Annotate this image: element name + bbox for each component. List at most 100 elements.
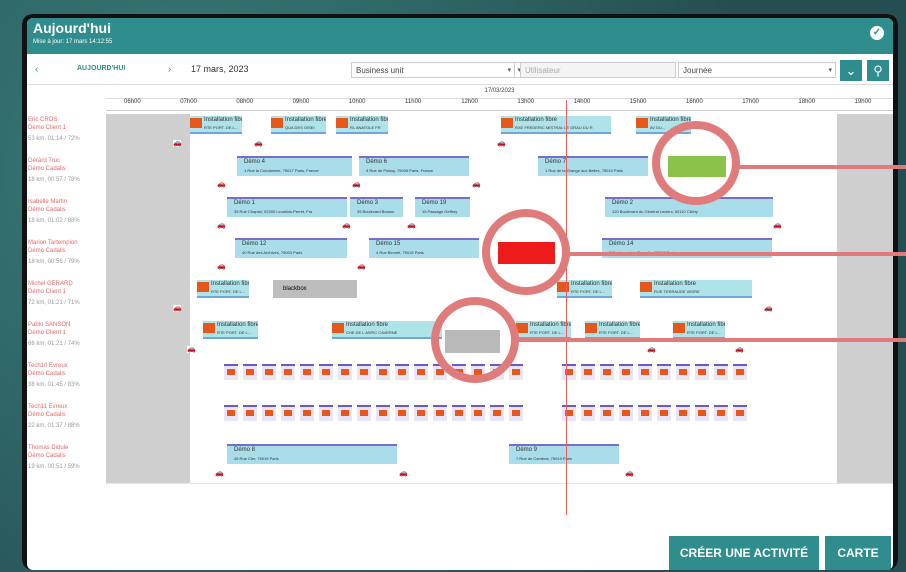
search-button[interactable]: ⚲: [867, 60, 889, 81]
car-icon: 🚗: [399, 470, 408, 477]
filter-button[interactable]: ⌄: [840, 60, 862, 81]
small-activity-tile[interactable]: [619, 364, 633, 380]
resource-name[interactable]: Michel GERARD: [28, 281, 73, 288]
small-activity-tile[interactable]: [676, 364, 690, 380]
small-activity-tile[interactable]: [243, 405, 257, 421]
user-field[interactable]: Utilisateur: [520, 62, 676, 78]
small-activity-tile[interactable]: [471, 405, 485, 421]
small-activity-tile[interactable]: [619, 405, 633, 421]
installation-activity[interactable]: Installation fibre CHE DE L ASPIC CAVERNE: [332, 321, 442, 339]
today-button[interactable]: AUJOURD'HUI: [77, 65, 125, 72]
small-activity-tile[interactable]: [281, 364, 295, 380]
demo-activity[interactable]: Démo 12 40 Rue des Archives, 75003 Paris: [235, 238, 347, 258]
installation-activity[interactable]: Installation fibre QUA DES OISEI: [271, 116, 326, 134]
installation-activity[interactable]: Installation fibre RUE TERRAUDE VIEIRE: [640, 280, 752, 298]
resource-name[interactable]: Tech11 Evreux: [28, 404, 67, 411]
small-activity-tile[interactable]: [695, 405, 709, 421]
small-activity-tile[interactable]: [490, 405, 504, 421]
business-unit-select[interactable]: Business unit ▾: [351, 62, 515, 78]
small-activity-tile[interactable]: [319, 405, 333, 421]
small-activity-tile[interactable]: [714, 405, 728, 421]
small-activity-tile[interactable]: [357, 364, 371, 380]
installation-activity[interactable]: Installation fibre RTE PORT. DE L...: [203, 321, 258, 339]
blackbox-activity[interactable]: blackbox: [273, 280, 357, 298]
demo-activity[interactable]: Démo 8 45 Rue Cler, 75019 Paris: [227, 444, 397, 464]
small-activity-tile[interactable]: [714, 364, 728, 380]
small-activity-tile[interactable]: [657, 405, 671, 421]
resource-cell[interactable]: Tech11 Evreux Démo Cadalis 22 km, 01:37 / …: [27, 401, 106, 442]
installation-activity[interactable]: Installation fibre RXE FREDERIC MISTRAL L…: [501, 116, 611, 134]
resource-cell[interactable]: Eric CROS Démo Client 1 53 km, 01:14 / 72%: [27, 114, 106, 155]
resource-cell[interactable]: Tech10 Evreux Démo Cadalis 38 km, 01:45 / …: [27, 360, 106, 401]
small-activity-tile[interactable]: [657, 364, 671, 380]
installation-activity[interactable]: Installation fibre RTE PORT. DE L...: [190, 116, 242, 134]
resource-cell[interactable]: Michel GERARD Démo Client 1 72 km, 01:21 /…: [27, 278, 106, 319]
resource-cell[interactable]: Thomas Didule Démo Cadalis 19 km, 00:51 / …: [27, 442, 106, 483]
demo-activity[interactable]: Démo 6 3 Rue de Poissy, 75005 Paris, Fran…: [359, 156, 469, 176]
small-activity-tile[interactable]: [600, 364, 614, 380]
small-activity-tile[interactable]: [338, 364, 352, 380]
resource-cell[interactable]: Gérard Truc Démo Cadalis 18 km, 00:57 / 78…: [27, 155, 106, 196]
small-activity-tile[interactable]: [509, 405, 523, 421]
small-activity-tile[interactable]: [338, 405, 352, 421]
check-icon[interactable]: ✓: [870, 26, 884, 40]
small-activity-tile[interactable]: [433, 405, 447, 421]
small-activity-tile[interactable]: [733, 405, 747, 421]
demo-activity[interactable]: Démo 15 4 Rue Blomet, 75015 Paris: [369, 238, 479, 258]
small-activity-tile[interactable]: [281, 405, 295, 421]
demo-activity[interactable]: Démo 19 15 Passage Geffroy: [415, 197, 470, 217]
installation-activity[interactable]: Installation fibre RTE PORT. DE L...: [673, 321, 725, 339]
create-activity-button[interactable]: CRÉER UNE ACTIVITÉ: [669, 536, 819, 570]
resource-name[interactable]: Tech10 Evreux: [28, 363, 68, 370]
small-activity-tile[interactable]: [262, 405, 276, 421]
resource-name[interactable]: Isabelle Martin: [28, 199, 67, 206]
resource-name[interactable]: Pablo SANSON: [28, 322, 70, 329]
small-activity-tile[interactable]: [414, 364, 428, 380]
small-activity-tile[interactable]: [300, 405, 314, 421]
small-activity-tile[interactable]: [600, 405, 614, 421]
next-day-button[interactable]: ›: [168, 64, 171, 75]
resource-name[interactable]: Gérard Truc: [28, 158, 60, 165]
small-activity-tile[interactable]: [243, 364, 257, 380]
resource-name[interactable]: Thomas Didule: [28, 445, 68, 452]
small-activity-tile[interactable]: [562, 364, 576, 380]
installation-activity[interactable]: Installation fibre RL ANATOLE FR: [336, 116, 388, 134]
small-activity-tile[interactable]: [224, 364, 238, 380]
small-activity-tile[interactable]: [676, 405, 690, 421]
small-activity-tile[interactable]: [319, 364, 333, 380]
prev-day-button[interactable]: ‹: [35, 64, 38, 75]
demo-activity[interactable]: Démo 7 1 Rue de la Grange aux Belles, 750…: [538, 156, 648, 176]
resource-cell[interactable]: Pablo SANSON Démo Client 1 66 km, 01:21 / …: [27, 319, 106, 360]
view-select[interactable]: Journée ▾: [678, 62, 836, 78]
small-activity-tile[interactable]: [224, 405, 238, 421]
small-activity-tile[interactable]: [376, 364, 390, 380]
demo-activity[interactable]: Démo 4 1 Rue la Condamine, 75017 Paris, F…: [237, 156, 352, 176]
small-activity-tile[interactable]: [509, 364, 523, 380]
small-activity-tile[interactable]: [300, 364, 314, 380]
resource-name[interactable]: Marion Tartempion: [28, 240, 78, 247]
small-activity-tile[interactable]: [395, 405, 409, 421]
small-activity-tile[interactable]: [357, 405, 371, 421]
small-activity-tile[interactable]: [376, 405, 390, 421]
demo-activity[interactable]: Démo 1 35 Rue Chaptal, 92300 Levallois-Pe…: [227, 197, 347, 217]
small-activity-tile[interactable]: [395, 364, 409, 380]
small-activity-tile[interactable]: [695, 364, 709, 380]
small-activity-tile[interactable]: [562, 405, 576, 421]
small-activity-tile[interactable]: [581, 364, 595, 380]
map-button[interactable]: CARTE: [825, 536, 891, 570]
small-activity-tile[interactable]: [414, 405, 428, 421]
demo-activity[interactable]: Démo 9 7 Rue de Cambrai, 75019 Paris: [509, 444, 619, 464]
resource-cell[interactable]: Isabelle Martin Démo Cadalis 18 km, 01:02 …: [27, 196, 106, 237]
installation-activity[interactable]: Installation fibre RTE PORT. DE L...: [516, 321, 571, 339]
small-activity-tile[interactable]: [262, 364, 276, 380]
resource-name[interactable]: Eric CROS: [28, 117, 57, 124]
small-activity-tile[interactable]: [452, 405, 466, 421]
installation-activity[interactable]: Installation fibre RTE PORT. DE L...: [585, 321, 640, 339]
small-activity-tile[interactable]: [638, 405, 652, 421]
small-activity-tile[interactable]: [638, 364, 652, 380]
resource-cell[interactable]: Marion Tartempion Démo Cadalis 18 km, 00:5…: [27, 237, 106, 278]
small-activity-tile[interactable]: [581, 405, 595, 421]
installation-activity[interactable]: Installation fibre RTE PORT. DE L...: [197, 280, 249, 298]
small-activity-tile[interactable]: [733, 364, 747, 380]
demo-activity[interactable]: Démo 3 39 Boulevard Beaum: [350, 197, 403, 217]
